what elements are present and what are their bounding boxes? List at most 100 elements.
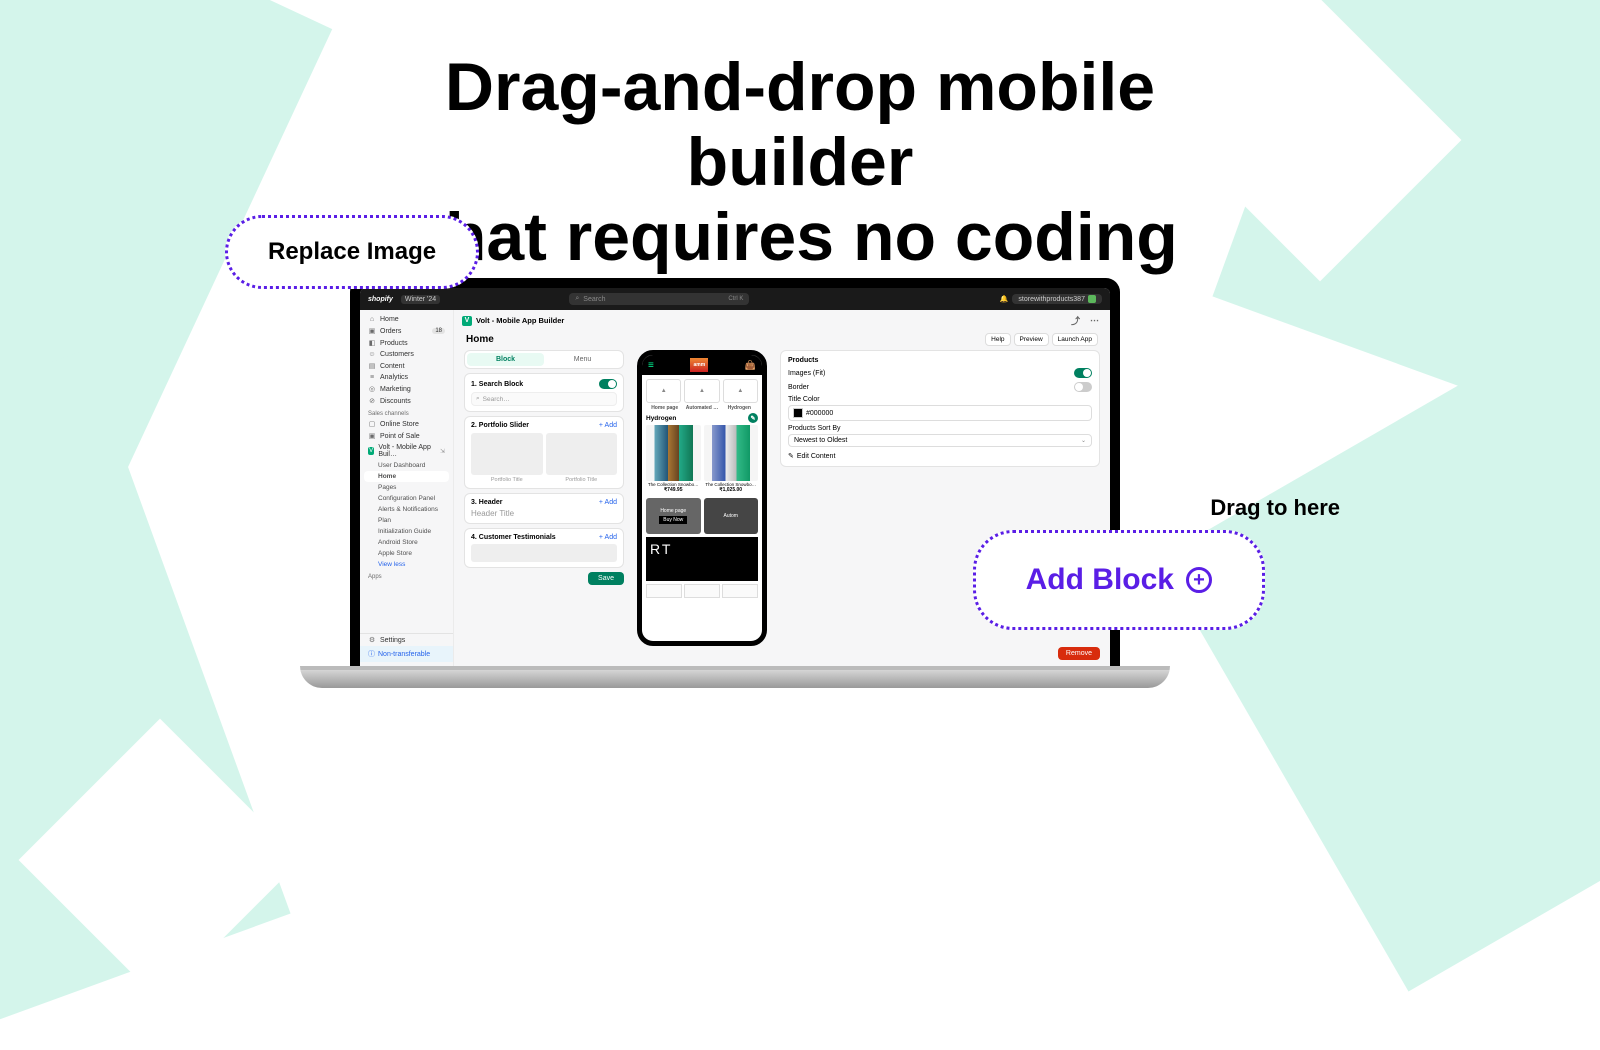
home-icon: ⌂ xyxy=(368,316,376,323)
sidebar-item-content[interactable]: ▤Content xyxy=(360,360,453,372)
header-add-button[interactable]: + Add xyxy=(599,499,617,506)
chevron-down-icon: ⌄ xyxy=(1081,437,1086,444)
app-sub-home[interactable]: Home xyxy=(364,471,449,482)
customers-icon: ☺ xyxy=(368,351,376,358)
sidebar-item-online-store[interactable]: ▢Online Store xyxy=(360,418,453,430)
preview-button[interactable]: Preview xyxy=(1014,333,1049,346)
sidebar-item-home[interactable]: ⌂Home xyxy=(360,314,453,325)
share-icon[interactable]: ⤴ xyxy=(1068,314,1083,327)
app-logo: amm xyxy=(690,358,708,372)
section-edit-icon[interactable]: ✎ xyxy=(748,413,758,423)
title-color-input[interactable]: #000000 xyxy=(788,405,1092,421)
sidebar-item-pos[interactable]: ▣Point of Sale xyxy=(360,430,453,442)
bag-icon[interactable]: 👜 xyxy=(745,360,756,371)
app-sub-android[interactable]: Android Store xyxy=(360,537,453,548)
sidebar-item-discounts[interactable]: ⊘Discounts xyxy=(360,395,453,407)
hero-headline: Drag-and-drop mobile builderthat require… xyxy=(400,50,1200,274)
product-image xyxy=(646,425,701,481)
promo-banner[interactable]: Autom xyxy=(704,498,759,534)
phone-section-title: Hydrogen xyxy=(646,415,676,422)
sidebar-item-products[interactable]: ◧Products xyxy=(360,337,453,349)
hero-banner[interactable]: RT xyxy=(646,537,758,581)
app-sub-plan[interactable]: Plan xyxy=(360,515,453,526)
content-icon: ▤ xyxy=(368,362,376,370)
more-icon[interactable]: ⋯ xyxy=(1087,315,1102,326)
help-button[interactable]: Help xyxy=(985,333,1010,346)
analytics-icon: ≡ xyxy=(368,374,376,381)
launch-app-button[interactable]: Launch App xyxy=(1052,333,1098,346)
tab-block[interactable]: Block xyxy=(467,353,544,366)
border-toggle[interactable] xyxy=(1074,382,1092,392)
admin-sidebar: ⌂Home ▣Orders18 ◧Products ☺Customers ▤Co… xyxy=(360,310,454,666)
portfolio-item[interactable]: Portfolio Title xyxy=(546,433,618,483)
volt-badge-icon: V xyxy=(368,447,374,455)
portfolio-item[interactable]: Portfolio Title xyxy=(471,433,543,483)
block-testimonials[interactable]: 4. Customer Testimonials + Add xyxy=(464,528,624,568)
sidebar-item-marketing[interactable]: ◎Marketing xyxy=(360,383,453,395)
marketing-icon: ◎ xyxy=(368,385,376,393)
app-sub-config[interactable]: Configuration Panel xyxy=(360,493,453,504)
testimonial-placeholder xyxy=(471,544,617,562)
app-sub-init[interactable]: Initialization Guide xyxy=(360,526,453,537)
search-block-toggle[interactable] xyxy=(599,379,617,389)
save-button[interactable]: Save xyxy=(588,572,624,585)
edition-badge[interactable]: Winter '24 xyxy=(401,295,440,304)
product-card[interactable]: The Collection Snowbo… ₹1,025.00 xyxy=(704,425,759,493)
images-fit-toggle[interactable] xyxy=(1074,368,1092,378)
block-search[interactable]: 1. Search Block ⌕ Search… xyxy=(464,373,624,412)
block-header[interactable]: 3. Header + Add Header Title xyxy=(464,493,624,524)
phone-category-card[interactable]: ▲ xyxy=(723,379,758,403)
global-search-input[interactable]: ⌕ Search Ctrl K xyxy=(569,293,749,305)
app-sub-dashboard[interactable]: User Dashboard xyxy=(360,460,453,471)
search-kbd-hint: Ctrl K xyxy=(728,296,743,302)
sidebar-item-orders[interactable]: ▣Orders18 xyxy=(360,325,453,337)
pin-icon[interactable]: ⇲ xyxy=(440,448,445,455)
thumb-placeholder xyxy=(684,584,720,598)
store-avatar-icon xyxy=(1088,295,1096,303)
page-title: Home xyxy=(466,334,494,345)
color-swatch-icon xyxy=(793,408,803,418)
embedded-app-header: V Volt - Mobile App Builder ⤴ ⋯ xyxy=(454,310,1110,331)
phone-category-card[interactable]: ▲ xyxy=(684,379,719,403)
sidebar-app-volt[interactable]: V Volt - Mobile App Buil… ⇲ xyxy=(360,442,453,460)
store-switcher[interactable]: storewithproducts387 xyxy=(1012,294,1102,304)
app-sub-alerts[interactable]: Alerts & Notifications xyxy=(360,504,453,515)
promo-banner[interactable]: Home page Buy Now xyxy=(646,498,701,534)
sidebar-item-settings[interactable]: ⚙Settings xyxy=(360,634,453,646)
testimonials-add-button[interactable]: + Add xyxy=(599,534,617,541)
phone-preview: ≡ amm 👜 ▲ ▲ ▲ Home page xyxy=(637,350,767,646)
phone-category-card[interactable]: ▲ xyxy=(646,379,681,403)
images-fit-label: Images (Fit) xyxy=(788,370,825,377)
callout-replace-image[interactable]: Replace Image xyxy=(225,215,479,289)
non-transferable-notice[interactable]: ⓘNon-transferable xyxy=(360,646,453,662)
brand-logo: shopify xyxy=(368,296,393,303)
product-image xyxy=(704,425,759,481)
products-icon: ◧ xyxy=(368,339,376,347)
portfolio-add-button[interactable]: + Add xyxy=(599,422,617,429)
notifications-icon[interactable]: 🔔 xyxy=(1000,295,1009,303)
block-portfolio-title: 2. Portfolio Slider xyxy=(471,422,529,429)
app-sub-pages[interactable]: Pages xyxy=(360,482,453,493)
edit-content-button[interactable]: ✎ Edit Content xyxy=(788,452,1092,460)
buy-now-button[interactable]: Buy Now xyxy=(659,516,687,524)
info-icon: ⓘ xyxy=(368,649,375,659)
view-less-link[interactable]: View less xyxy=(360,559,453,570)
apps-heading: Apps xyxy=(360,570,453,581)
remove-button[interactable]: Remove xyxy=(1058,647,1100,660)
app-sub-apple[interactable]: Apple Store xyxy=(360,548,453,559)
sidebar-item-customers[interactable]: ☺Customers xyxy=(360,349,453,360)
product-card[interactable]: The Collection Snowbo… ₹749.95 xyxy=(646,425,701,493)
block-testimonials-title: 4. Customer Testimonials xyxy=(471,534,556,541)
app-topbar: shopify Winter '24 ⌕ Search Ctrl K 🔔 sto… xyxy=(360,288,1110,310)
online-store-icon: ▢ xyxy=(368,420,376,428)
block-portfolio-slider[interactable]: 2. Portfolio Slider + Add Portfolio Titl… xyxy=(464,416,624,489)
header-title-placeholder: Header Title xyxy=(471,509,617,518)
callout-add-block[interactable]: Add Block + xyxy=(973,530,1265,630)
properties-panel: Products Images (Fit) Border Title Color xyxy=(780,350,1100,467)
sidebar-item-analytics[interactable]: ≡Analytics xyxy=(360,372,453,383)
sort-by-label: Products Sort By xyxy=(788,425,1092,432)
search-icon: ⌕ xyxy=(575,295,579,303)
hamburger-icon[interactable]: ≡ xyxy=(648,360,654,371)
tab-menu[interactable]: Menu xyxy=(544,353,621,366)
sort-by-select[interactable]: Newest to Oldest ⌄ xyxy=(788,434,1092,447)
